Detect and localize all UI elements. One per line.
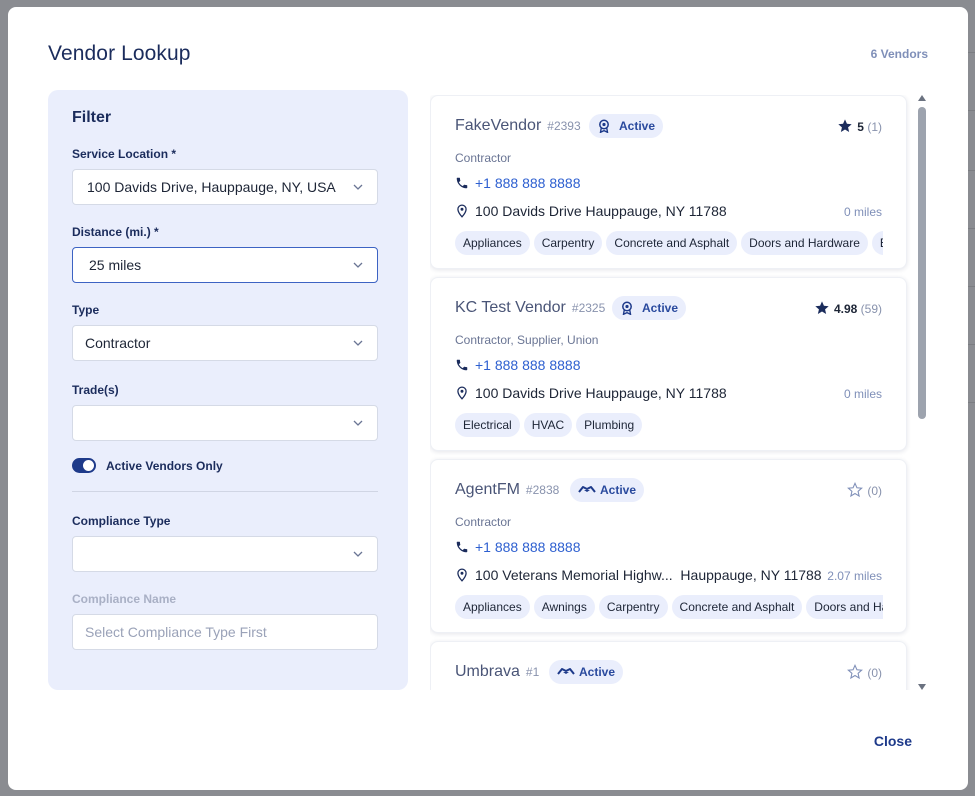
vendor-phone[interactable]: +1 888 888 8888 [455,175,581,191]
trade-chip: Electrical [455,413,520,437]
trade-chip: Concrete and Asphalt [671,595,803,619]
vendor-name[interactable]: Umbrava #1 [455,663,539,681]
chevron-down-icon [353,262,363,268]
scroll-up-arrow-icon[interactable] [918,95,926,101]
trades-label: Trade(s) [72,383,119,397]
vendor-address: 100 Veterans Memorial Highw... Hauppauge… [455,567,822,583]
star-outline-icon [847,664,864,680]
vendor-id: #2393 [547,119,581,133]
scroll-down-arrow-icon[interactable] [918,684,926,690]
filter-panel: Filter Service Location * 100 Davids Dri… [48,90,408,690]
type-value: Contractor [85,335,151,351]
vendor-rating: (0) [847,482,882,498]
trade-chips: Appliances Carpentry Concrete and Asphalt D… [455,231,883,257]
vendor-card[interactable]: Umbrava #1 Active (0) [430,641,907,690]
compliance-type-select[interactable] [72,536,378,572]
vendor-id: #2838 [525,483,560,497]
vendor-name[interactable]: KC Test Vendor #2325 [455,299,605,317]
trade-chip: Electrical [871,231,883,255]
toggle-knob [83,460,94,471]
compliance-type-label: Compliance Type [72,514,171,528]
compliance-name-placeholder: Select Compliance Type First [85,624,267,640]
vendor-type: Contractor [455,151,512,165]
trade-chip: Concrete and Asphalt [606,231,738,255]
vendor-card[interactable]: KC Test Vendor #2325 Active 4.98 (59) Con… [430,277,907,451]
vendor-name[interactable]: FakeVendor #2393 [455,117,581,135]
compliance-name-label: Compliance Name [72,592,177,606]
phone-icon [456,541,468,553]
trade-chip: Appliances [455,231,530,255]
vendor-type: Contractor, Supplier, Union [455,333,599,347]
distance-label: Distance (mi.) * [72,225,159,239]
chevron-down-icon [353,184,363,190]
service-location-select[interactable]: 100 Davids Drive, Hauppauge, NY, USA [72,169,378,205]
service-location-label: Service Location * [72,147,177,161]
trade-chip: Doors and Hardware [741,231,868,255]
vendor-id: #1 [525,665,540,679]
filter-title: Filter [72,109,112,126]
vendor-distance: 0 miles [843,205,882,219]
trade-chip: Carpentry [598,595,668,619]
star-filled-icon [815,301,829,314]
status-badge: Active [549,660,624,684]
phone-icon [456,359,468,371]
active-vendors-label: Active Vendors Only [106,459,223,473]
status-badge: Active [589,114,664,138]
star-filled-icon [838,119,852,132]
distance-value: 25 miles [89,257,142,273]
vendor-distance: 2.07 miles [827,569,882,583]
vendor-list[interactable]: FakeVendor #2393 Active 5 (1) Contractor … [430,95,930,690]
trade-chip: HVAC [523,413,573,437]
vendor-list-scrollbar[interactable] [918,95,928,690]
compliance-name-input[interactable]: Select Compliance Type First [72,614,378,650]
vendor-type: Contractor [455,515,512,529]
vendor-address: 100 Davids Drive Hauppauge, NY 11788 [455,203,727,219]
trade-chip: Appliances [455,595,530,619]
status-badge: Active [612,296,687,320]
trade-chip: Carpentry [533,231,603,255]
vendor-id: #2325 [571,301,606,315]
trades-select[interactable] [72,405,378,441]
filter-divider [72,491,378,492]
vendor-card[interactable]: AgentFM #2838 Active (0) Contractor +1 88… [430,459,907,633]
award-icon [599,119,609,133]
vendor-phone[interactable]: +1 888 888 8888 [455,357,581,373]
phone-icon [456,177,468,189]
vendor-phone[interactable]: +1 888 888 8888 [455,539,581,555]
handshake-icon [578,486,596,493]
vendor-rating: 4.98 (59) [814,300,882,316]
vendor-card[interactable]: FakeVendor #2393 Active 5 (1) Contractor … [430,95,907,269]
trade-chips: Appliances Awnings Carpentry Concrete and A… [455,595,883,621]
distance-select[interactable]: 25 miles [72,247,378,283]
service-location-value: 100 Davids Drive, Hauppauge, NY, USA [87,179,336,195]
chevron-down-icon [353,551,363,557]
map-pin-icon [457,204,467,218]
modal-title: Vendor Lookup [48,42,191,65]
type-select[interactable]: Contractor [72,325,378,361]
status-badge: Active [570,478,645,502]
vendor-name[interactable]: AgentFM #2838 [455,481,559,499]
vendor-rating: 5 (1) [837,118,882,134]
map-pin-icon [457,568,467,582]
chevron-down-icon [353,340,363,346]
trade-chips: Electrical HVAC Plumbing [455,413,883,439]
active-vendors-toggle[interactable] [72,458,96,473]
vendor-address: 100 Davids Drive Hauppauge, NY 11788 [455,385,727,401]
vendor-count: 6 Vendors [870,47,928,61]
vendor-distance: 0 miles [843,387,882,401]
type-label: Type [72,303,100,317]
chevron-down-icon [353,420,363,426]
trade-chip: Plumbing [576,413,643,437]
handshake-icon [557,668,575,675]
vendor-rating: (0) [847,664,882,680]
award-icon [622,301,632,315]
trade-chip: Doors and Hardware [806,595,883,619]
scrollbar-thumb[interactable] [918,107,926,419]
star-outline-icon [847,482,864,498]
vendor-lookup-modal: Vendor Lookup 6 Vendors Filter Service L… [8,7,968,790]
map-pin-icon [457,386,467,400]
close-button[interactable]: Close [874,733,912,749]
trade-chip: Awnings [533,595,595,619]
